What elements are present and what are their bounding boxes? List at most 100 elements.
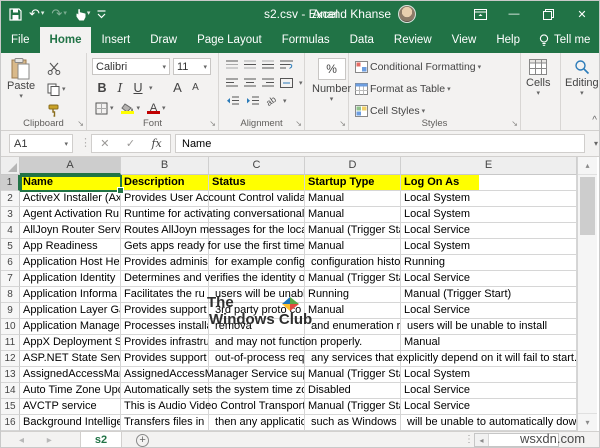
styles-dialog-launcher[interactable]: ↘ bbox=[511, 120, 518, 128]
row-header-10[interactable]: 10 bbox=[1, 319, 20, 335]
cell-A13[interactable]: AssignedAccessMan bbox=[20, 367, 121, 383]
cell-B9[interactable]: Provides support fo bbox=[121, 303, 209, 319]
name-box[interactable]: A1 ▾ bbox=[9, 134, 73, 153]
cell-A6[interactable]: Application Host He bbox=[20, 255, 121, 271]
cell-E13[interactable]: Local System bbox=[401, 367, 577, 383]
column-header-B[interactable]: B bbox=[121, 157, 209, 175]
cell-A4[interactable]: AllJoyn Router Servi bbox=[20, 223, 121, 239]
increase-indent-icon[interactable] bbox=[246, 96, 259, 106]
row-header-8[interactable]: 8 bbox=[1, 287, 20, 303]
cell-D12[interactable]: any services that explicitly depend on i… bbox=[305, 351, 576, 367]
font-color-button[interactable]: A ▾ bbox=[147, 99, 166, 117]
cell-D1[interactable]: Startup Type bbox=[305, 175, 401, 191]
cell-A14[interactable]: Auto Time Zone Upd bbox=[20, 383, 121, 399]
cell-C6[interactable]: for example configu bbox=[209, 255, 305, 271]
cell-C7[interactable] bbox=[209, 271, 305, 287]
cell-D16[interactable]: such as Windows U bbox=[305, 415, 401, 431]
cell-B12[interactable]: Provides support bbox=[121, 351, 209, 367]
scroll-left-icon[interactable]: ◂ bbox=[475, 434, 489, 446]
number-format-button[interactable]: % Number ▾ bbox=[312, 58, 351, 103]
save-icon[interactable] bbox=[9, 7, 22, 21]
touch-mode-dropdown-icon[interactable]: ▾ bbox=[87, 1, 91, 27]
cell-B14[interactable]: Automatically sets the system time zo bbox=[121, 383, 304, 399]
format-painter-button[interactable] bbox=[47, 101, 66, 119]
alignment-dialog-launcher[interactable]: ↘ bbox=[295, 120, 302, 128]
font-size-select[interactable]: 11 ▾ bbox=[173, 58, 211, 75]
cell-D3[interactable]: Manual bbox=[305, 207, 401, 223]
row-header-7[interactable]: 7 bbox=[1, 271, 20, 287]
cell-B5[interactable]: Gets apps ready for use the first time a bbox=[121, 239, 304, 255]
cell-D8[interactable]: Running bbox=[305, 287, 401, 303]
cell-D6[interactable]: configuration histo bbox=[305, 255, 401, 271]
undo-dropdown-icon[interactable]: ▾ bbox=[41, 1, 45, 27]
cell-E16[interactable]: will be unable to automatically dow bbox=[401, 415, 577, 431]
font-name-dropdown-icon[interactable]: ▾ bbox=[162, 63, 166, 71]
tab-page-layout[interactable]: Page Layout bbox=[187, 27, 272, 53]
cell-E11[interactable]: Manual bbox=[401, 335, 577, 351]
cell-C12[interactable]: out-of-process requ bbox=[209, 351, 305, 367]
cell-B16[interactable]: Transfers files in bbox=[121, 415, 209, 431]
cell-C3[interactable] bbox=[209, 207, 305, 223]
select-all-button[interactable] bbox=[1, 157, 20, 175]
cell-A11[interactable]: AppX Deployment S bbox=[20, 335, 121, 351]
cell-E7[interactable]: Local Service bbox=[401, 271, 577, 287]
column-header-E[interactable]: E bbox=[401, 157, 577, 175]
cell-B4[interactable]: Routes AllJoyn messages for the local bbox=[121, 223, 304, 239]
cell-A7[interactable]: Application Identity bbox=[20, 271, 121, 287]
row-header-14[interactable]: 14 bbox=[1, 383, 20, 399]
cell-D14[interactable]: Disabled bbox=[305, 383, 401, 399]
copy-dropdown-icon[interactable]: ▾ bbox=[62, 85, 66, 93]
cell-A12[interactable]: ASP.NET State Servi bbox=[20, 351, 121, 367]
cell-C13[interactable] bbox=[209, 367, 305, 383]
align-top-icon[interactable] bbox=[226, 60, 238, 70]
cell-A15[interactable]: AVCTP service bbox=[20, 399, 121, 415]
cell-C14[interactable] bbox=[209, 383, 305, 399]
cell-E14[interactable]: Local Service bbox=[401, 383, 577, 399]
sheet-nav-arrows[interactable]: ◂ ▸ bbox=[19, 435, 62, 446]
row-header-3[interactable]: 3 bbox=[1, 207, 20, 223]
cell-B3[interactable]: Runtime for activating conversational bbox=[121, 207, 304, 223]
underline-button[interactable]: U bbox=[131, 81, 145, 95]
touch-mouse-mode-icon[interactable]: ▾ bbox=[74, 1, 91, 27]
format-as-table-button[interactable]: Format as Table ▾ bbox=[355, 80, 481, 98]
cell-E1[interactable]: Log On As bbox=[401, 175, 577, 191]
tell-me-button[interactable]: Tell me bbox=[530, 27, 599, 53]
number-dropdown-icon[interactable]: ▾ bbox=[330, 95, 334, 103]
tab-insert[interactable]: Insert bbox=[91, 27, 140, 53]
cell-E10[interactable]: users will be unable to install bbox=[401, 319, 577, 335]
tab-view[interactable]: View bbox=[442, 27, 487, 53]
cell-A8[interactable]: Application Informa bbox=[20, 287, 121, 303]
cell-E4[interactable]: Local Service bbox=[401, 223, 577, 239]
new-sheet-button[interactable]: + bbox=[136, 434, 150, 447]
tab-file[interactable]: File bbox=[1, 27, 40, 53]
font-size-dropdown-icon[interactable]: ▾ bbox=[203, 63, 207, 71]
wrap-text-icon[interactable] bbox=[280, 60, 293, 70]
align-right-icon[interactable] bbox=[262, 78, 274, 88]
name-box-dropdown-icon[interactable]: ▾ bbox=[64, 140, 68, 148]
cell-E6[interactable]: Running bbox=[401, 255, 577, 271]
font-dialog-launcher[interactable]: ↘ bbox=[209, 120, 216, 128]
conditional-formatting-button[interactable]: Conditional Formatting ▾ bbox=[355, 58, 481, 76]
editing-dropdown-icon[interactable]: ▾ bbox=[580, 89, 584, 97]
conditional-formatting-dropdown-icon[interactable]: ▾ bbox=[478, 63, 482, 71]
cell-D9[interactable]: Manual bbox=[305, 303, 401, 319]
tab-home[interactable]: Home bbox=[39, 27, 92, 53]
column-header-D[interactable]: D bbox=[305, 157, 401, 175]
cell-D2[interactable]: Manual bbox=[305, 191, 401, 207]
tab-data[interactable]: Data bbox=[340, 27, 384, 53]
cell-B13[interactable]: AssignedAccessManager Service supp bbox=[121, 367, 304, 383]
cell-C16[interactable]: then any application bbox=[209, 415, 305, 431]
enter-icon[interactable]: ✓ bbox=[126, 137, 135, 150]
paste-button[interactable]: Paste ▾ bbox=[7, 58, 35, 100]
row-header-5[interactable]: 5 bbox=[1, 239, 20, 255]
row-header-16[interactable]: 16 bbox=[1, 415, 20, 431]
cell-E2[interactable]: Local System bbox=[401, 191, 577, 207]
bold-button[interactable]: B bbox=[95, 81, 109, 95]
cell-B10[interactable]: Processes installa bbox=[121, 319, 209, 335]
align-left-icon[interactable] bbox=[226, 78, 238, 88]
cell-D4[interactable]: Manual (Trigger Sta bbox=[305, 223, 401, 239]
cancel-icon[interactable]: ✕ bbox=[100, 137, 109, 150]
underline-dropdown-icon[interactable]: ▾ bbox=[149, 84, 153, 92]
orientation-dropdown-icon[interactable]: ▾ bbox=[283, 97, 287, 105]
cell-A10[interactable]: Application Manage bbox=[20, 319, 121, 335]
